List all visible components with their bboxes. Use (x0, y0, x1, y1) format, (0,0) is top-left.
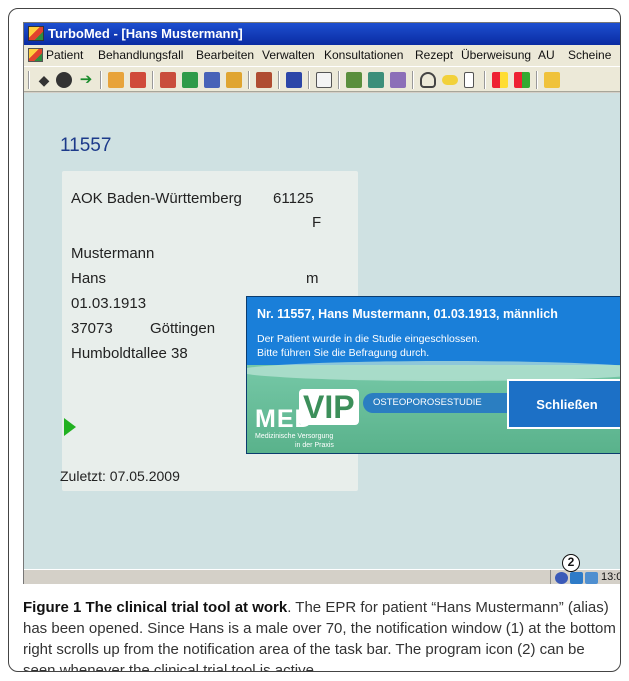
network-icon[interactable] (585, 572, 598, 584)
toolbar-separator (100, 71, 102, 89)
close-button[interactable]: Schließen (507, 379, 620, 429)
forward-arrow-icon[interactable]: ➔ (78, 72, 94, 88)
back-arrow-icon[interactable]: ◆ (36, 72, 52, 88)
menu-app-icon[interactable] (28, 48, 43, 62)
checklist-icon[interactable] (368, 72, 384, 88)
notification-message-line1: Der Patient wurde in die Studie eingesch… (257, 333, 480, 345)
card-list-icon[interactable] (204, 72, 220, 88)
figure-frame: TurboMed - [Hans Mustermann] Patient Beh… (8, 8, 621, 672)
insurance-number: 61125 (273, 190, 314, 207)
info-icon[interactable] (555, 572, 568, 584)
medvip-logo-subtitle-1: Medizinische Versorgung (255, 433, 334, 440)
notification-popup: Nr. 11557, Hans Mustermann, 01.03.1913, … (246, 296, 620, 454)
notification-message-line2: Bitte führen Sie die Befragung durch. (257, 347, 430, 359)
toolbar-separator (152, 71, 154, 89)
menu-ueberweisung[interactable]: Überweisung (461, 45, 531, 66)
decorative-wave (247, 361, 620, 381)
lab-icon[interactable] (514, 72, 530, 88)
patient-id: 11557 (60, 135, 112, 156)
menu-bar: Patient Behandlungsfall Bearbeiten Verwa… (24, 45, 620, 66)
toolbar-separator (484, 71, 486, 89)
patient-zip: 37073 (71, 320, 113, 337)
menu-konsultationen[interactable]: Konsultationen (324, 45, 403, 66)
taskbar: 13:05 (24, 569, 620, 584)
menu-rezept[interactable]: Rezept (415, 45, 453, 66)
toolbar-separator (248, 71, 250, 89)
toolbar: ◆ ➔ (24, 66, 620, 92)
patient-last-name: Mustermann (71, 245, 155, 262)
patient-sex: m (306, 270, 319, 287)
menu-verwalten[interactable]: Verwalten (262, 45, 315, 66)
patient-icon[interactable] (108, 72, 124, 88)
caption-label: Figure 1 The clinical trial tool at work (23, 599, 288, 616)
toolbar-separator (28, 71, 30, 89)
document-icon[interactable] (316, 72, 332, 88)
figure-caption: Figure 1 The clinical trial tool at work… (23, 597, 619, 671)
app-window: TurboMed - [Hans Mustermann] Patient Beh… (23, 22, 620, 584)
callout-marker-2: 2 (562, 554, 580, 572)
toolbar-separator (412, 71, 414, 89)
insurance-name: AOK Baden-Württemberg (71, 190, 242, 207)
menu-bearbeiten[interactable]: Bearbeiten (196, 45, 254, 66)
toolbar-separator (536, 71, 538, 89)
title-bar[interactable]: TurboMed - [Hans Mustermann] (24, 23, 620, 45)
au-icon[interactable] (544, 72, 560, 88)
medvip-logo-vip: VIP (299, 389, 359, 425)
window-title: TurboMed - [Hans Mustermann] (48, 26, 243, 41)
last-visit: Zuletzt: 07.05.2009 (60, 468, 180, 484)
patient-list-icon[interactable] (130, 72, 146, 88)
menu-au[interactable]: AU (538, 45, 555, 66)
insurance-status: F (312, 214, 322, 231)
green-arrow-icon[interactable] (64, 418, 76, 436)
medvip-logo-subtitle-2: in der Praxis (295, 442, 334, 449)
patient-first-name: Hans (71, 270, 107, 287)
card-icon[interactable] (182, 72, 198, 88)
notification-header: Nr. 11557, Hans Mustermann, 01.03.1913, … (257, 307, 558, 321)
transfer-icon[interactable] (492, 72, 508, 88)
tray-clock: 13:05 (601, 571, 620, 583)
binoculars-icon[interactable] (56, 72, 72, 88)
patient-city: Göttingen (150, 320, 216, 337)
menu-behandlungsfall[interactable]: Behandlungsfall (98, 45, 183, 66)
notification-area: 13:05 (550, 570, 620, 584)
monitor-icon[interactable] (286, 72, 302, 88)
toolbar-separator (278, 71, 280, 89)
toolbar-separator (338, 71, 340, 89)
card-reader-icon[interactable] (160, 72, 176, 88)
capsule-icon[interactable] (442, 75, 458, 85)
menu-scheine[interactable]: Scheine (568, 45, 611, 66)
stethoscope-icon[interactable] (420, 72, 436, 88)
menu-patient[interactable]: Patient (46, 45, 83, 66)
patient-dob: 01.03.1913 (71, 295, 147, 312)
calculator-icon[interactable] (346, 72, 362, 88)
person-icon[interactable] (226, 72, 242, 88)
turbomed-app-icon (28, 26, 44, 41)
toolbar-separator (308, 71, 310, 89)
medvip-tray-icon[interactable] (570, 572, 583, 584)
patient-street: Humboldtallee 38 (71, 345, 188, 362)
bottle-icon[interactable] (464, 72, 474, 88)
doctor-icon[interactable] (256, 72, 272, 88)
users-icon[interactable] (390, 72, 406, 88)
